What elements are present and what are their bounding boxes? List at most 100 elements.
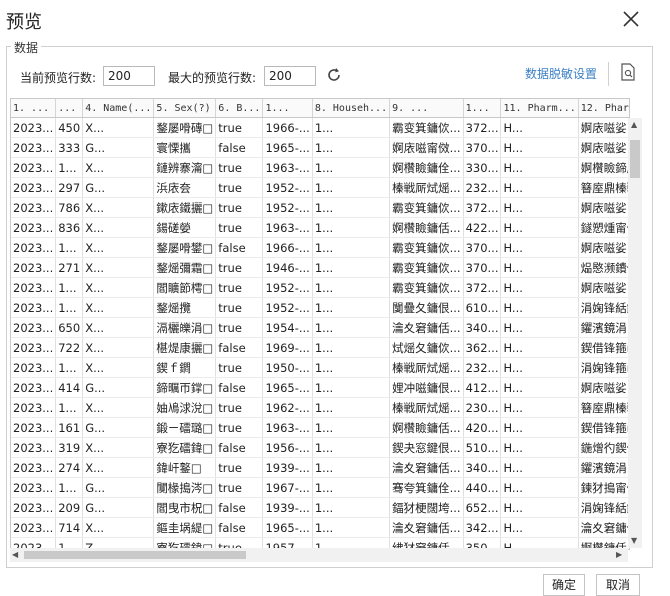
- data-masking-settings-link[interactable]: 数据脱敏设置: [525, 65, 597, 82]
- table-row[interactable]: 2023... 786 X... 鏉庡鐵攦□ true 1952-... 1... 霸变箕鏞佽…: [11, 197, 629, 218]
- current-rows-field[interactable]: 200: [103, 66, 155, 86]
- ok-button[interactable]: 确定: [543, 574, 585, 596]
- table-cell: 涓婅锋絬餬...: [578, 297, 629, 318]
- max-rows-field[interactable]: 200: [264, 66, 316, 86]
- table-cell: X...: [82, 217, 155, 238]
- table-cell: 2023...: [11, 377, 57, 398]
- vertical-scrollbar[interactable]: ▲ ▼: [628, 118, 642, 548]
- cancel-button[interactable]: 取消: [596, 574, 640, 596]
- document-preview-icon[interactable]: [620, 63, 636, 81]
- table-cell: 1...: [312, 397, 391, 418]
- table-row[interactable]: 2023... 714 X... 鏂圭埚緹□ false 1965-... 1... 瀹夊窘鏞…: [11, 517, 629, 538]
- table-row[interactable]: 2023... 271 X... 鍪熎彌霜□ true 1946-... 1... 霸变箕鏞佽…: [11, 257, 629, 278]
- table-cell: 1...: [312, 417, 391, 438]
- table-cell: false: [215, 437, 264, 458]
- table-body: 2023... 450 X... 鍪屡嗗磚□ true 1966-... 1... 霸变箕鏞佽…: [11, 117, 629, 549]
- table-cell: 涓婅锋箍ц...: [578, 357, 629, 378]
- table-cell: 婀庡嗞娑ゾ...: [578, 197, 629, 218]
- table-row[interactable]: 2023... 836 X... 鍚磋嫈 true 1963-... 1... 婀欑瞼鏞佸..…: [11, 217, 629, 238]
- table-cell: 1...: [312, 117, 391, 138]
- table-cell: X...: [82, 197, 155, 218]
- table-row[interactable]: 2023... 1... G... 闃椽搗涔□ true 1967-... 1... 骞夸箕鏞…: [11, 477, 629, 498]
- table-row[interactable]: 2023... 1... X... 鏈辨寨澝□ true 1963-... 1... 婀欑瞼鏞…: [11, 157, 629, 178]
- table-cell: 鍗曞帀鐣□: [153, 377, 217, 398]
- table-row[interactable]: 2023... 450 X... 鍪屡嗗磚□ true 1966-... 1... 霸变箕鏞佽…: [11, 117, 629, 138]
- table-cell: 1939-...: [262, 497, 313, 518]
- horizontal-scrollbar[interactable]: ◀ ▶: [10, 548, 628, 562]
- table-cell: true: [215, 257, 264, 278]
- table-cell: 1...: [312, 197, 391, 218]
- dialog-title: 预览: [6, 12, 42, 33]
- table-row[interactable]: 2023... 414 G... 鍗曞帀鐣□ false 1965-... 1... 娌冲嗞鏞…: [11, 377, 629, 398]
- table-row[interactable]: 2023... 650 X... 滆欐皪涓□ true 1954-... 1... 瀹夊窘鏞佸…: [11, 317, 629, 338]
- scroll-down-icon[interactable]: ▼: [631, 536, 637, 545]
- table-cell: G...: [82, 137, 155, 158]
- table-cell: 鍪屡嗗磚□: [153, 117, 217, 138]
- column-header[interactable]: 11. Pharm...: [500, 99, 579, 118]
- column-header[interactable]: 1. ...: [11, 99, 57, 118]
- column-header[interactable]: 6. B...: [215, 99, 264, 118]
- column-header[interactable]: 4. Name(...: [82, 99, 155, 118]
- table-row[interactable]: 2023... 209 G... 閻曳市柷□ false 1939-... 1... 鍢犲梗闊…: [11, 497, 629, 518]
- table-row[interactable]: 2023... 1... X... 鍪熎攬 true 1952-... 1... 闅疊夂鏞佷.…: [11, 297, 629, 318]
- table-row[interactable]: 2023... 297 G... 浜庡夽 true 1952-... 1... 榛戦厛烒熎..…: [11, 177, 629, 198]
- table-cell: H...: [500, 237, 579, 258]
- table-cell: 鍥ｆ鐧: [153, 357, 217, 378]
- table-row[interactable]: 2023... 1... X... 閻矌節樗□ true 1952-... 1... 霸变箕鏞…: [11, 277, 629, 298]
- scroll-up-icon[interactable]: ▲: [631, 120, 637, 129]
- table-cell: G...: [82, 377, 155, 398]
- table-cell: true: [215, 457, 264, 478]
- close-icon[interactable]: [622, 10, 640, 28]
- table-cell: 榛戦厛烒熎...: [389, 357, 464, 378]
- table-row[interactable]: 2023... 722 X... 椹煶康攦□ false 1969-... 1... 烒熎夂鏞…: [11, 337, 629, 358]
- table-row[interactable]: 2023... 1... X... 鍪屡嗗鐢□ false 1966-... 1... 霸变箕…: [11, 237, 629, 258]
- table-cell: 2023...: [11, 457, 57, 478]
- table-cell: 榛戦厛烒熎...: [389, 177, 464, 198]
- table-cell: 鍢犲梗闊垮...: [389, 497, 464, 518]
- current-rows-label: 当前预览行数:: [20, 71, 97, 85]
- table-cell: true: [215, 317, 264, 338]
- table-cell: 婀欑瞼鏞佸...: [389, 217, 464, 238]
- table-cell: 婀庡嗞娑ゾ...: [578, 377, 629, 398]
- table-cell: 414: [55, 377, 84, 398]
- table-row[interactable]: 2023... 1... X... 鍥ｆ鐧 true 1950-... 1... 榛戦厛烒熎.…: [11, 357, 629, 378]
- scroll-right-icon[interactable]: ▶: [616, 550, 622, 559]
- table-cell: 1963-...: [262, 217, 313, 238]
- column-header[interactable]: 1...: [262, 99, 313, 118]
- refresh-icon[interactable]: [326, 67, 342, 83]
- table-row[interactable]: 2023... 274 X... 鍏屽鐜□ true 1939-... 1... 瀹夊窘鏞佸.…: [11, 457, 629, 478]
- table-cell: H...: [500, 357, 579, 378]
- horizontal-scroll-thumb[interactable]: [24, 551, 246, 559]
- table-cell: H...: [500, 217, 579, 238]
- table-cell: 2023...: [11, 437, 57, 458]
- table-cell: 婀庡嗞甯傚...: [389, 137, 464, 158]
- table-row[interactable]: 2023... 161 G... 鍛ㄧ礌璐□ true 1963-... 1... 婀欑瞼鏞佸…: [11, 417, 629, 438]
- column-header[interactable]: ...: [55, 99, 84, 118]
- table-cell: X...: [82, 337, 155, 358]
- table-cell: 1962-...: [262, 397, 313, 418]
- table-row[interactable]: 2023... 319 X... 寮犵礌鍏□ false 1956-... 1... 鍥夬窓鍵…: [11, 437, 629, 458]
- column-header[interactable]: 9. ...: [389, 99, 464, 118]
- table-cell: 閻矌節樗□: [153, 277, 217, 298]
- scroll-left-icon[interactable]: ◀: [12, 550, 18, 559]
- table-cell: 2023...: [11, 517, 57, 538]
- vertical-scroll-thumb[interactable]: [630, 140, 640, 178]
- table-cell: 1...: [312, 177, 391, 198]
- table-row[interactable]: 2023... 1... X... 妯鳰浗涗□ true 1962-... 1... 榛戦厛烒…: [11, 397, 629, 418]
- column-header[interactable]: 1...: [463, 99, 502, 118]
- table-cell: 1963-...: [262, 157, 313, 178]
- table-cell: 786: [55, 197, 84, 218]
- column-header[interactable]: 8. Househ...: [312, 99, 391, 118]
- table-cell: 370...: [463, 137, 502, 158]
- column-header[interactable]: 5. Sex(?): [153, 99, 217, 118]
- table-cell: true: [215, 477, 264, 498]
- table-cell: 297: [55, 177, 84, 198]
- table-cell: 340...: [463, 317, 502, 338]
- table-cell: 霸变箕鏞佽...: [389, 197, 464, 218]
- table-cell: 涓婅锋絬餬...: [578, 497, 629, 518]
- table-cell: 319: [55, 437, 84, 458]
- column-header[interactable]: 12. Pharm...: [578, 99, 629, 118]
- table-cell: 瀹夊窘鏞佸...: [389, 317, 464, 338]
- table-cell: 2023...: [11, 477, 57, 498]
- table-row[interactable]: 2023... 333 G... 寰慄攜 false 1965-... 1... 婀庡嗞甯傚.…: [11, 137, 629, 158]
